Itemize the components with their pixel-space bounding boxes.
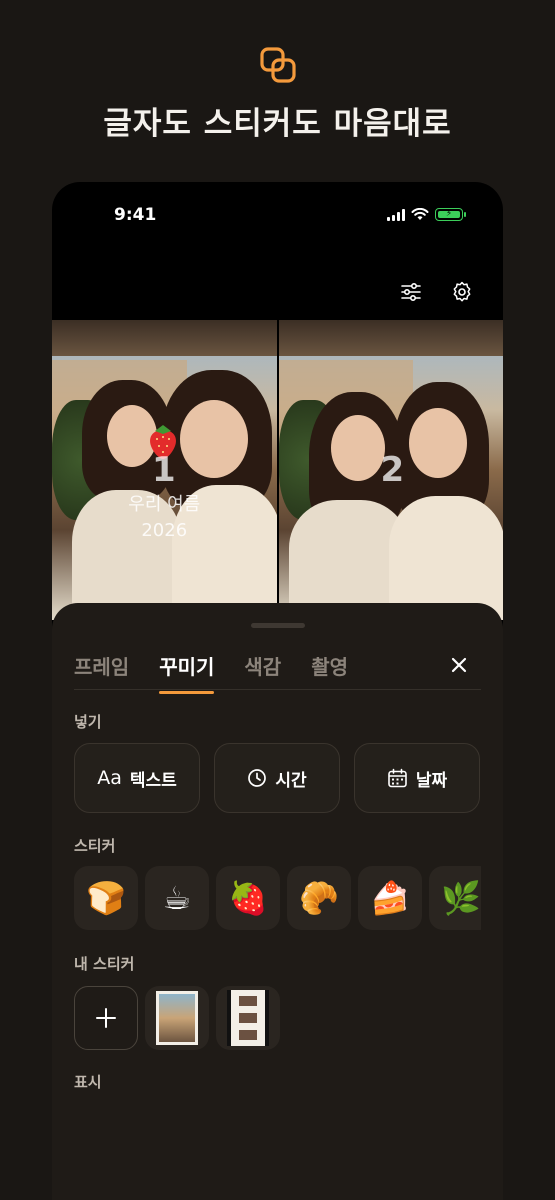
caption-line-2: 2026: [141, 520, 188, 541]
photo-number: 2: [380, 450, 405, 490]
tab-frame[interactable]: 프레임: [74, 651, 129, 694]
sticker-coffee[interactable]: ☕: [145, 866, 209, 930]
photo-strip: 1 우리 여름 2026 2: [52, 320, 503, 620]
sticker-croissant[interactable]: 🥐: [287, 866, 351, 930]
tab-bar: 프레임 꾸미기 색감 촬영: [74, 651, 348, 694]
add-sticker-button[interactable]: [74, 986, 138, 1050]
gear-icon[interactable]: [450, 280, 474, 304]
add-time-label: 시간: [275, 770, 307, 791]
photo-thumbnail: [156, 991, 198, 1045]
sheet-handle[interactable]: [251, 623, 305, 628]
hero-title: 글자도 스티커도 마음대로: [103, 106, 452, 142]
sticker-herb[interactable]: 🌿: [429, 866, 481, 930]
photo-1[interactable]: 1 우리 여름 2026: [52, 320, 277, 620]
wifi-icon: [411, 208, 429, 220]
adjust-icon[interactable]: [399, 280, 423, 304]
app-logo-icon: [260, 47, 296, 83]
calendar-icon: [388, 768, 407, 787]
caption-line-1: 우리 여름: [128, 494, 201, 515]
add-time-button[interactable]: 시간: [214, 743, 340, 813]
photo-2[interactable]: 2: [278, 320, 503, 620]
insert-options: Aa 텍스트 시간 날짜: [74, 743, 480, 813]
add-text-button[interactable]: Aa 텍스트: [74, 743, 200, 813]
tab-color[interactable]: 색감: [244, 651, 281, 694]
battery-icon: ⚡: [435, 208, 466, 221]
section-display-label: 표시: [74, 1073, 102, 1091]
sticker-bread[interactable]: 🍞: [74, 866, 138, 930]
section-stickers-label: 스티커: [74, 837, 116, 855]
add-text-label: 텍스트: [129, 770, 177, 791]
photo-number: 1: [152, 450, 176, 490]
cellular-icon: [387, 208, 405, 221]
my-sticker-strip[interactable]: [216, 986, 280, 1050]
my-sticker-list: [74, 986, 280, 1050]
my-sticker-photo[interactable]: [145, 986, 209, 1050]
sticker-list: 🍞 ☕ 🍓 🥐 🍰 🌿: [74, 866, 481, 930]
tab-divider: [74, 689, 481, 690]
tab-capture[interactable]: 촬영: [311, 651, 348, 694]
plus-icon: [96, 1008, 116, 1028]
add-date-label: 날짜: [415, 770, 448, 791]
section-my-stickers-label: 내 스티커: [74, 955, 135, 973]
decorate-sheet: 프레임 꾸미기 색감 촬영 넣기 Aa 텍스트 시간 날짜 스티커 🍞 ☕ 🍓 …: [52, 603, 503, 1200]
tab-decorate[interactable]: 꾸미기: [159, 651, 215, 694]
text-icon: Aa: [97, 767, 122, 789]
status-icons: ⚡: [387, 208, 466, 221]
sticker-cake[interactable]: 🍰: [358, 866, 422, 930]
close-icon[interactable]: [449, 655, 469, 675]
photo-caption[interactable]: 우리 여름 2026: [52, 492, 277, 544]
clock-icon: [248, 769, 267, 787]
section-insert-label: 넣기: [74, 713, 102, 731]
add-date-button[interactable]: 날짜: [354, 743, 480, 813]
sticker-strawberry[interactable]: 🍓: [216, 866, 280, 930]
status-time: 9:41: [114, 205, 157, 225]
photo-strip-thumbnail: [227, 990, 269, 1046]
